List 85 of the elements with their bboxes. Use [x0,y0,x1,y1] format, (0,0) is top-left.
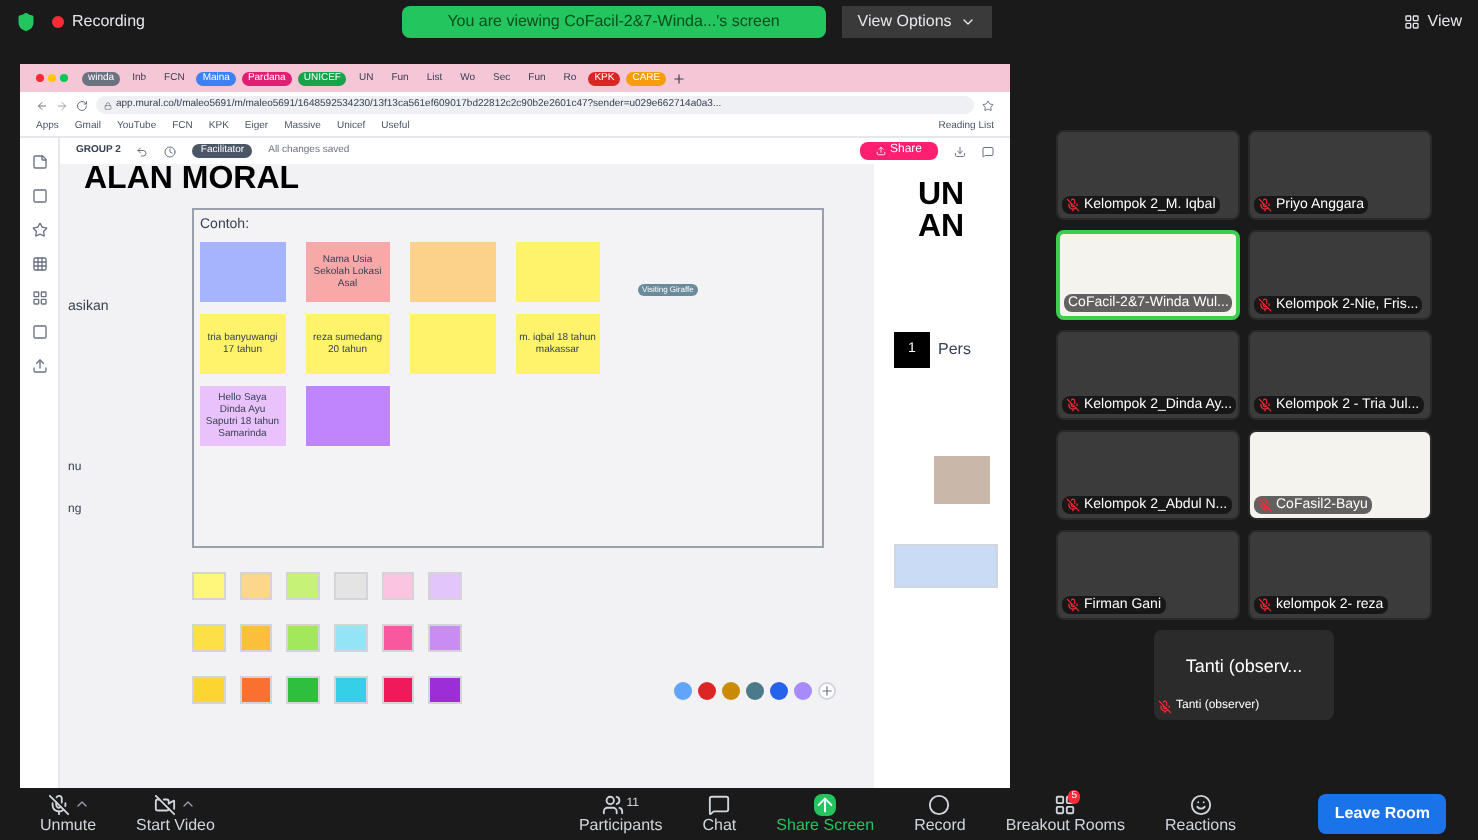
leave-room-button[interactable]: Leave Room [1318,794,1446,834]
collaborator-avatar[interactable] [770,682,788,700]
color-swatch[interactable] [381,624,415,652]
comment-icon[interactable] [982,145,994,157]
tool-icon[interactable] [31,154,47,170]
forward-icon[interactable] [56,99,68,111]
share-screen-icon [814,793,837,815]
collaborator-avatar[interactable] [746,682,764,700]
minimap [894,544,998,588]
reload-icon[interactable] [76,99,88,111]
color-swatch[interactable] [381,676,415,704]
muted-mic-icon [1258,598,1272,612]
color-swatch[interactable] [192,624,226,652]
download-icon[interactable] [954,145,966,157]
bookmark-star-icon[interactable] [982,99,994,111]
view-button[interactable]: View [1403,10,1462,34]
color-swatch[interactable] [286,624,320,652]
grid-icon [1403,14,1420,30]
color-swatch[interactable] [428,624,462,652]
color-swatch[interactable] [239,572,273,600]
lock-icon [104,101,112,109]
toolbar-button[interactable]: Reactions [1156,793,1245,835]
collaborator-avatar[interactable] [722,682,740,700]
toolbar-button[interactable]: Start Video [128,793,223,835]
muted-mic-icon [1158,700,1172,714]
color-swatch[interactable] [428,572,462,600]
undo-icon[interactable] [136,145,149,157]
caret-icon [73,796,89,812]
add-icon[interactable] [818,682,836,700]
viewing-banner: You are viewing CoFacil-2&7-Winda...'s screen [401,6,826,38]
panel-text: Pers [938,338,971,362]
tool-icon[interactable] [31,222,47,238]
sticky-note[interactable] [305,385,390,445]
view-options-button[interactable]: View Options [841,6,992,38]
toolbar-button[interactable]: Unmute [32,793,105,835]
panel-heading: UN [916,180,967,212]
caret-icon [180,796,197,812]
shield-icon [16,12,36,32]
color-swatch[interactable] [428,676,462,704]
color-swatch[interactable] [286,676,320,704]
muted-mic-icon [1066,198,1080,212]
new-tab-icon[interactable] [672,71,687,85]
color-swatch[interactable] [192,572,226,600]
canvas-heading: ALAN MORAL [82,164,300,194]
color-swatch[interactable] [286,572,320,600]
panel-heading: AN [916,212,967,244]
toolbar-button[interactable]: Record [906,793,974,835]
color-swatch[interactable] [333,676,368,704]
muted-mic-icon [1258,398,1272,412]
video-off-icon [154,793,177,815]
muted-mic-icon [1066,398,1080,412]
chat-icon [708,793,731,815]
color-swatch[interactable] [239,676,273,704]
recording-label: Recording [72,10,145,34]
breakout-rooms-icon [1054,793,1077,815]
tool-icon[interactable] [31,256,47,272]
muted-mic-icon [1066,498,1080,512]
tool-icon[interactable] [31,324,47,340]
muted-mic-icon [47,793,69,815]
tool-icon[interactable] [31,188,47,204]
upload-icon [875,146,886,156]
muted-mic-icon [1258,298,1272,312]
toolbar-button[interactable]: Share Screen [768,793,883,835]
tool-icon[interactable] [31,358,47,374]
muted-mic-icon [1258,498,1272,512]
reactions-icon [1189,793,1212,815]
timer-icon[interactable] [164,145,177,157]
record-icon [928,793,951,815]
collaborator-avatar[interactable] [674,682,692,700]
participant-display-name: Tanti (observ... [1183,654,1305,680]
back-icon[interactable] [36,99,48,111]
color-swatch[interactable] [239,624,273,652]
muted-mic-icon [1258,198,1272,212]
toolbar-button[interactable]: Chat [694,793,745,835]
color-swatch[interactable] [381,572,415,600]
color-swatch[interactable] [333,572,368,600]
collaborator-avatar[interactable] [698,682,716,700]
caret-icon [959,14,976,30]
participants-icon [602,793,625,815]
color-swatch[interactable] [192,676,226,704]
muted-mic-icon [1066,598,1080,612]
tool-icon[interactable] [31,290,47,306]
photo-placeholder [934,456,990,504]
collaborator-avatar[interactable] [794,682,812,700]
color-swatch[interactable] [333,624,368,652]
